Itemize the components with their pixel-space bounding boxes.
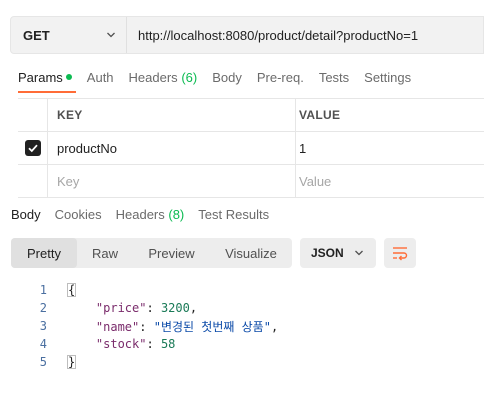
line-number: 5 bbox=[39, 355, 47, 369]
line-number: 4 bbox=[39, 337, 47, 351]
params-table: KEY VALUE productNo 1 Key Value bbox=[18, 98, 484, 198]
method-select[interactable]: GET bbox=[11, 17, 127, 53]
response-tabs: Body Cookies Headers (8) Test Results bbox=[11, 207, 283, 222]
tab-body[interactable]: Body bbox=[212, 70, 242, 91]
params-active-indicator bbox=[65, 74, 72, 80]
line-number: 2 bbox=[39, 301, 47, 315]
wrap-lines-icon bbox=[393, 247, 408, 261]
code-line: 5 } bbox=[0, 353, 484, 371]
url-input[interactable]: http://localhost:8080/product/detail?pro… bbox=[127, 28, 418, 43]
view-raw-button[interactable]: Raw bbox=[77, 238, 133, 268]
view-visualize-button[interactable]: Visualize bbox=[210, 238, 292, 268]
wrap-lines-button[interactable] bbox=[384, 238, 416, 268]
code-text: "name": "변경된 첫번째 상품", bbox=[95, 319, 279, 334]
empty-checkbox-cell bbox=[18, 165, 48, 197]
line-number: 1 bbox=[39, 283, 47, 297]
tab-response-headers-label: Headers bbox=[115, 207, 165, 222]
json-value-name: "변경된 첫번째 상품" bbox=[153, 319, 271, 334]
close-brace: } bbox=[67, 355, 77, 369]
chevron-down-icon bbox=[355, 250, 363, 256]
tab-settings[interactable]: Settings bbox=[364, 70, 411, 91]
table-row-empty: Key Value bbox=[18, 165, 484, 198]
json-key-stock: "stock" bbox=[95, 337, 147, 351]
column-header-value: VALUE bbox=[299, 108, 341, 122]
tab-settings-label: Settings bbox=[364, 70, 412, 85]
tab-params[interactable]: Params bbox=[18, 70, 76, 93]
format-select[interactable]: JSON bbox=[300, 238, 376, 268]
format-label: JSON bbox=[311, 246, 344, 260]
json-key-price: "price" bbox=[95, 301, 147, 315]
tab-test-results[interactable]: Test Results bbox=[198, 207, 269, 222]
tab-pre-request[interactable]: Pre-req. bbox=[257, 70, 304, 91]
method-label: GET bbox=[23, 27, 50, 43]
code-line: 4 "stock": 58 bbox=[0, 335, 484, 353]
headers-count: (6) bbox=[181, 70, 198, 85]
code-text: "stock": 58 bbox=[95, 337, 176, 351]
tab-tests-label: Tests bbox=[318, 70, 350, 85]
tab-headers-label: Headers bbox=[128, 70, 178, 85]
code-line: 1 { bbox=[0, 281, 484, 299]
open-brace: { bbox=[67, 283, 77, 297]
request-tabs: Params Auth Headers (6) Body Pre-req. Te… bbox=[18, 70, 426, 94]
tab-body-label: Body bbox=[212, 70, 242, 85]
tab-auth-label: Auth bbox=[86, 70, 114, 85]
code-text: } bbox=[47, 355, 77, 369]
row-checkbox[interactable] bbox=[24, 140, 41, 156]
line-number: 3 bbox=[39, 319, 47, 333]
tab-response-body[interactable]: Body bbox=[11, 207, 41, 222]
response-headers-count: (8) bbox=[168, 207, 185, 222]
param-value-cell[interactable]: 1 bbox=[296, 132, 484, 164]
view-pretty-button[interactable]: Pretty bbox=[11, 238, 77, 268]
code-line: 3 "name": "변경된 첫번째 상품", bbox=[0, 317, 484, 335]
table-row: productNo 1 bbox=[18, 132, 484, 165]
chevron-down-icon bbox=[107, 32, 115, 38]
json-value-stock: 58 bbox=[160, 337, 176, 351]
new-value-input[interactable]: Value bbox=[296, 165, 484, 197]
row-checkbox-cell bbox=[18, 132, 48, 164]
code-text: { bbox=[47, 283, 77, 297]
tab-cookies[interactable]: Cookies bbox=[55, 207, 102, 222]
view-preview-button[interactable]: Preview bbox=[133, 238, 210, 268]
response-body-editor[interactable]: 1 { 2 "price": 3200, 3 "name": "변경된 첫번째 … bbox=[0, 281, 484, 371]
tab-params-label: Params bbox=[18, 70, 63, 85]
tab-response-headers[interactable]: Headers (8) bbox=[116, 207, 185, 222]
code-line: 2 "price": 3200, bbox=[0, 299, 484, 317]
column-header-key: KEY bbox=[48, 99, 296, 131]
json-key-name: "name" bbox=[95, 319, 140, 334]
checkmark-icon bbox=[27, 144, 38, 153]
tab-pre-request-label: Pre-req. bbox=[256, 70, 304, 85]
params-header-row: KEY VALUE bbox=[18, 99, 484, 132]
view-mode-group: Pretty Raw Preview Visualize bbox=[11, 238, 292, 268]
header-spacer bbox=[18, 99, 48, 131]
request-bar: GET http://localhost:8080/product/detail… bbox=[10, 16, 484, 54]
json-value-price: 3200 bbox=[160, 301, 190, 315]
tab-headers[interactable]: Headers (6) bbox=[129, 70, 198, 91]
code-text: "price": 3200, bbox=[95, 301, 198, 315]
tab-auth[interactable]: Auth bbox=[87, 70, 114, 91]
new-key-input[interactable]: Key bbox=[48, 165, 296, 197]
tab-tests[interactable]: Tests bbox=[319, 70, 349, 91]
param-key-cell[interactable]: productNo bbox=[48, 132, 296, 164]
